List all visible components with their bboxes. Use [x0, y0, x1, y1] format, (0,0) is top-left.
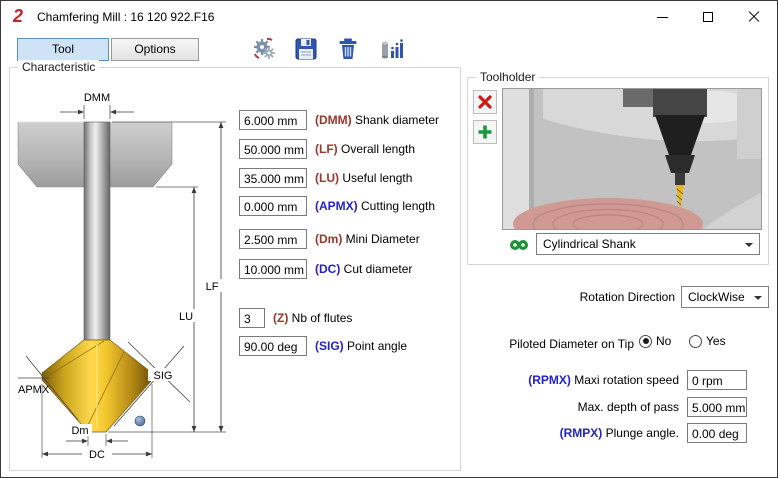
tool-tab-button[interactable]: Tool	[17, 38, 109, 61]
red-x-icon	[477, 94, 493, 110]
plunge-angle-input[interactable]: 0.00 deg	[687, 423, 747, 443]
dim-label-lu: LU	[179, 311, 193, 323]
maximize-button[interactable]	[685, 1, 731, 33]
field-row-overall-length: 50.000 mm (LF) Overall length	[239, 139, 415, 159]
analysis-icon	[380, 37, 404, 61]
analysis-button[interactable]	[379, 36, 405, 62]
field-label: (APMX) Cutting length	[315, 199, 435, 213]
field-label: (DC) Cut diameter	[315, 262, 412, 276]
field-row-cutting-length: 0.000 mm (APMX) Cutting length	[239, 196, 435, 216]
cut-diameter-input[interactable]: 10.000 mm	[239, 259, 307, 279]
titlebar: 2 Chamfering Mill : 16 120 922.F16	[1, 1, 777, 33]
radio-unselected-icon	[689, 335, 702, 348]
close-button[interactable]	[731, 1, 777, 33]
gears-settings-icon	[252, 37, 276, 61]
dialog-window: 2 Chamfering Mill : 16 120 922.F16 Tool …	[0, 0, 778, 478]
gears-settings-button[interactable]	[251, 36, 277, 62]
dim-label-dc: DC	[89, 449, 105, 461]
maxi-rotation-speed-label: (RPMX) Maxi rotation speed	[401, 373, 679, 387]
field-row-useful-length: 35.000 mm (LU) Useful length	[239, 168, 412, 188]
delete-holder-button[interactable]	[473, 90, 497, 114]
dim-label-sig: SIG	[154, 370, 173, 382]
field-row-cut-diameter: 10.000 mm (DC) Cut diameter	[239, 259, 412, 279]
overall-length-input[interactable]: 50.000 mm	[239, 139, 307, 159]
field-label: (LU) Useful length	[315, 171, 412, 185]
maxi-rotation-speed-input[interactable]: 0 rpm	[687, 370, 747, 390]
cutting-length-input[interactable]: 0.000 mm	[239, 196, 307, 216]
shank-type-icon	[508, 235, 530, 255]
green-plus-icon	[477, 124, 493, 140]
useful-length-input[interactable]: 35.000 mm	[239, 168, 307, 188]
save-button[interactable]	[293, 36, 319, 62]
options-tab-button[interactable]: Options	[111, 38, 199, 61]
field-row-nb-flutes: 3 (Z) Nb of flutes	[239, 308, 352, 328]
radio-no-label: No	[656, 334, 671, 348]
max-depth-of-pass-label: Max. depth of pass	[401, 400, 679, 414]
plunge-angle-label: (RMPX) Plunge angle.	[401, 426, 679, 440]
add-holder-button[interactable]	[473, 120, 497, 144]
shank-diameter-input[interactable]: 6.000 mm	[239, 110, 307, 130]
characteristic-group: Characteristic	[9, 67, 461, 471]
dim-label-dm: Dm	[71, 425, 88, 437]
mini-diameter-input[interactable]: 2.500 mm	[239, 229, 307, 249]
point-angle-input[interactable]: 90.00 deg	[239, 336, 307, 356]
field-label: (LF) Overall length	[315, 142, 415, 156]
field-row-mini-diameter: 2.500 mm (Dm) Mini Diameter	[239, 229, 420, 249]
app-logo-icon: 2	[13, 6, 23, 27]
delete-button[interactable]	[335, 36, 361, 62]
minimize-icon	[657, 17, 668, 18]
radio-yes-label: Yes	[706, 334, 726, 348]
chevron-down-icon	[745, 243, 753, 251]
trash-icon	[336, 37, 360, 61]
tool-diagram: DMM LF	[16, 84, 241, 466]
radio-selected-icon	[639, 335, 652, 348]
piloted-diameter-label: Piloted Diameter on Tip	[381, 337, 634, 351]
minimize-button[interactable]	[639, 1, 685, 33]
toolholder-preview	[502, 88, 762, 230]
shank-type-select[interactable]: Cylindrical Shank	[536, 233, 760, 255]
dim-label-dmm: DMM	[84, 92, 110, 104]
close-icon	[748, 11, 760, 23]
dim-label-lf: LF	[206, 281, 219, 293]
field-label: (Dm) Mini Diameter	[315, 232, 420, 246]
toolholder-3d-render	[503, 89, 761, 229]
chevron-down-icon	[754, 296, 762, 304]
piloted-yes-radio[interactable]: Yes	[689, 334, 726, 348]
max-depth-of-pass-input[interactable]: 5.000 mm	[687, 397, 747, 417]
field-row-shank-diameter: 6.000 mm (DMM) Shank diameter	[239, 110, 439, 130]
field-label: (DMM) Shank diameter	[315, 113, 439, 127]
toolholder-group: Toolholder	[467, 77, 769, 265]
dim-label-apmx: APMX	[18, 384, 50, 396]
save-icon	[294, 37, 318, 61]
rotation-direction-label: Rotation Direction	[431, 290, 675, 304]
piloted-no-radio[interactable]: No	[639, 334, 671, 348]
characteristic-group-label: Characteristic	[18, 60, 99, 74]
window-title: Chamfering Mill : 16 120 922.F16	[37, 10, 214, 24]
field-label: (Z) Nb of flutes	[273, 311, 352, 325]
maximize-icon	[703, 12, 713, 22]
nb-flutes-input[interactable]: 3	[239, 308, 265, 328]
toolholder-group-label: Toolholder	[476, 70, 539, 84]
rotation-direction-select[interactable]: ClockWise	[681, 286, 769, 308]
tool-tip-point	[135, 416, 145, 426]
